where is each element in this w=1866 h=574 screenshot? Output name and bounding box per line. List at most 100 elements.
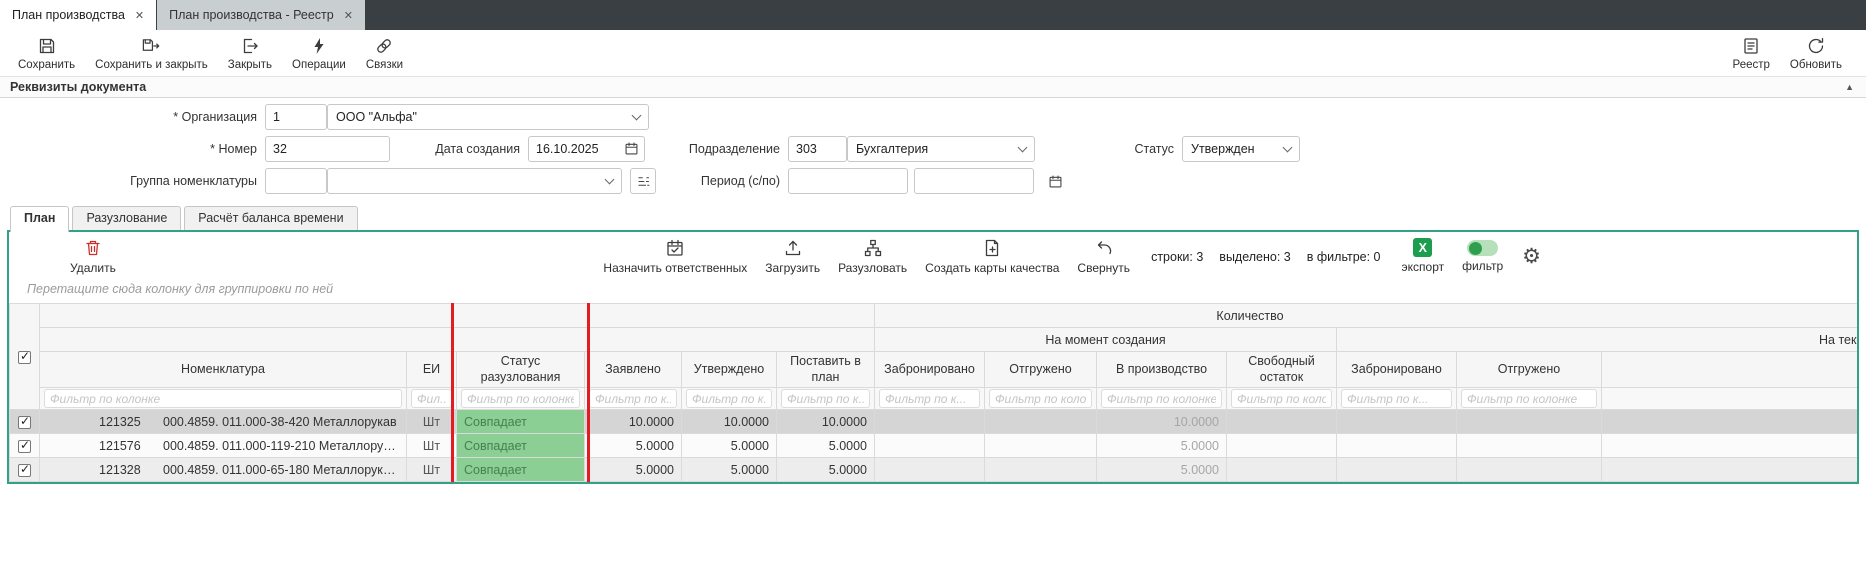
column-header-free_rest_created[interactable]: Свободный остаток [1227, 352, 1337, 388]
settings-gear-icon[interactable]: ⚙ [1512, 246, 1551, 267]
chevron-down-icon [632, 110, 642, 120]
table-row[interactable]: 121328000.4859. 011.000-65-180 Металлору… [10, 458, 1858, 482]
registry-button[interactable]: Реестр [1723, 34, 1780, 73]
department-code-field[interactable] [788, 136, 847, 162]
column-header-shipped_current[interactable]: Отгружено [1457, 352, 1602, 388]
column-header-to_plan[interactable]: Поставить в план [777, 352, 875, 388]
column-header-nomenclature[interactable]: Номенклатура [40, 352, 407, 388]
cell-reserved_created [875, 458, 985, 482]
row-select-cell[interactable] [10, 434, 40, 458]
organization-label: * Организация [0, 110, 265, 124]
filter-input-shipped_current[interactable] [1461, 389, 1597, 408]
links-button[interactable]: Связки [356, 34, 413, 73]
tab-time-balance[interactable]: Расчёт баланса времени [184, 206, 357, 230]
cell-in_production_created: 5.0000 [1097, 458, 1227, 482]
cell-shipped_current [1457, 434, 1602, 458]
organization-code-field[interactable] [265, 104, 327, 130]
upload-button[interactable]: Загрузить [756, 237, 829, 276]
status-label: Статус [1035, 142, 1182, 156]
band-quantity: Количество [875, 304, 1858, 328]
cell-shipped_current [1457, 458, 1602, 482]
filter-input-status[interactable] [461, 389, 580, 408]
period-calendar-button[interactable] [1042, 168, 1068, 194]
period-to-field[interactable] [914, 168, 1034, 194]
close-tab-icon[interactable]: ✕ [344, 9, 353, 22]
upload-icon [783, 238, 803, 258]
close-document-icon [240, 36, 260, 56]
department-label: Подразделение [645, 142, 788, 156]
refresh-button[interactable]: Обновить [1780, 34, 1852, 73]
filter-input-unit[interactable] [411, 389, 452, 408]
nomenclature-group-code-field[interactable] [265, 168, 327, 194]
created-date-field[interactable] [528, 136, 645, 162]
status-select[interactable]: Утвержден [1182, 136, 1300, 162]
window-tab-plan[interactable]: План производства ✕ [0, 0, 156, 30]
nomenclature-tree-button[interactable] [630, 168, 656, 194]
filter-input-approved[interactable] [686, 389, 772, 408]
filter-input-in_production_created[interactable] [1101, 389, 1222, 408]
calendar-icon[interactable] [624, 141, 639, 156]
organization-select[interactable]: ООО "Альфа" [327, 104, 649, 130]
create-quality-cards-button[interactable]: Создать карты качества [916, 237, 1068, 276]
cell-unit: Шт [407, 410, 457, 434]
cell-in_production_created: 5.0000 [1097, 434, 1227, 458]
row-select-cell[interactable] [10, 410, 40, 434]
column-header-declared[interactable]: Заявлено [585, 352, 682, 388]
window-tab-label: План производства [12, 8, 125, 22]
cell-to_plan: 5.0000 [777, 458, 875, 482]
column-header-reserved_created[interactable]: Забронировано [875, 352, 985, 388]
column-header-approved[interactable]: Утверждено [682, 352, 777, 388]
filter-input-reserved_current[interactable] [1341, 389, 1452, 408]
save-icon [37, 36, 57, 56]
period-from-field[interactable] [788, 168, 908, 194]
nomenclature-code: 121576 [99, 439, 151, 453]
department-select[interactable]: Бухгалтерия [847, 136, 1035, 162]
row-checkbox[interactable] [18, 416, 31, 429]
filter-toggle[interactable] [1467, 240, 1498, 256]
column-header-shipped_created[interactable]: Отгружено [985, 352, 1097, 388]
operations-lightning-icon [309, 36, 329, 56]
close-tab-icon[interactable]: ✕ [135, 9, 144, 22]
number-field[interactable] [265, 136, 390, 162]
explode-button[interactable]: Разузловать [829, 237, 916, 276]
select-all-checkbox[interactable] [10, 304, 40, 410]
filter-input-free_rest_created[interactable] [1231, 389, 1332, 408]
window-tab-registry[interactable]: План производства - Реестр ✕ [157, 0, 365, 30]
row-checkbox[interactable] [18, 440, 31, 453]
status-badge: Совпадает [457, 410, 585, 434]
filter-input-declared[interactable] [589, 389, 677, 408]
filter-toggle-button[interactable]: фильтр [1453, 237, 1512, 274]
band-at-current: На текущий момент [1337, 328, 1858, 352]
tab-plan[interactable]: План [10, 206, 69, 232]
filter-input-reserved_created[interactable] [879, 389, 980, 408]
page-tab-bar: План Разузлование Расчёт баланса времени [0, 202, 1866, 230]
save-button[interactable]: Сохранить [8, 34, 85, 73]
operations-button[interactable]: Операции [282, 34, 356, 73]
header-spacer [40, 304, 875, 328]
filter-input-nomenclature[interactable] [44, 389, 402, 408]
column-header-reserved_current[interactable]: Забронировано [1337, 352, 1457, 388]
collapse-section-icon[interactable]: ▲ [1845, 82, 1854, 92]
collapse-rows-button[interactable]: Свернуть [1068, 237, 1139, 276]
close-button[interactable]: Закрыть [218, 34, 282, 73]
nomenclature-group-select[interactable] [327, 168, 622, 194]
row-checkbox[interactable] [18, 464, 31, 477]
table-row[interactable]: 121576000.4859. 011.000-119-210 Металлор… [10, 434, 1858, 458]
table-row[interactable]: 121325000.4859. 011.000-38-420 Металлору… [10, 410, 1858, 434]
tab-explosion[interactable]: Разузлование [72, 206, 181, 230]
cell-reserved_current [1337, 434, 1457, 458]
column-header-in_production_created[interactable]: В производство [1097, 352, 1227, 388]
department-value: Бухгалтерия [856, 142, 928, 156]
column-header-unit[interactable]: ЕИ [407, 352, 457, 388]
filter-input-shipped_created[interactable] [989, 389, 1092, 408]
save-and-close-button[interactable]: Сохранить и закрыть [85, 34, 218, 73]
filter-input-to_plan[interactable] [781, 389, 870, 408]
nomenclature-code: 121328 [99, 463, 151, 477]
column-header-status[interactable]: Статус разузлования [457, 352, 585, 388]
cell-declared: 5.0000 [585, 434, 682, 458]
nomenclature-group-label: Группа номенклатуры [0, 174, 265, 188]
row-select-cell[interactable] [10, 458, 40, 482]
assign-responsible-button[interactable]: Назначить ответственных [594, 237, 756, 276]
export-excel-button[interactable]: X экспорт [1393, 237, 1454, 275]
delete-button[interactable]: Удалить [61, 237, 125, 276]
